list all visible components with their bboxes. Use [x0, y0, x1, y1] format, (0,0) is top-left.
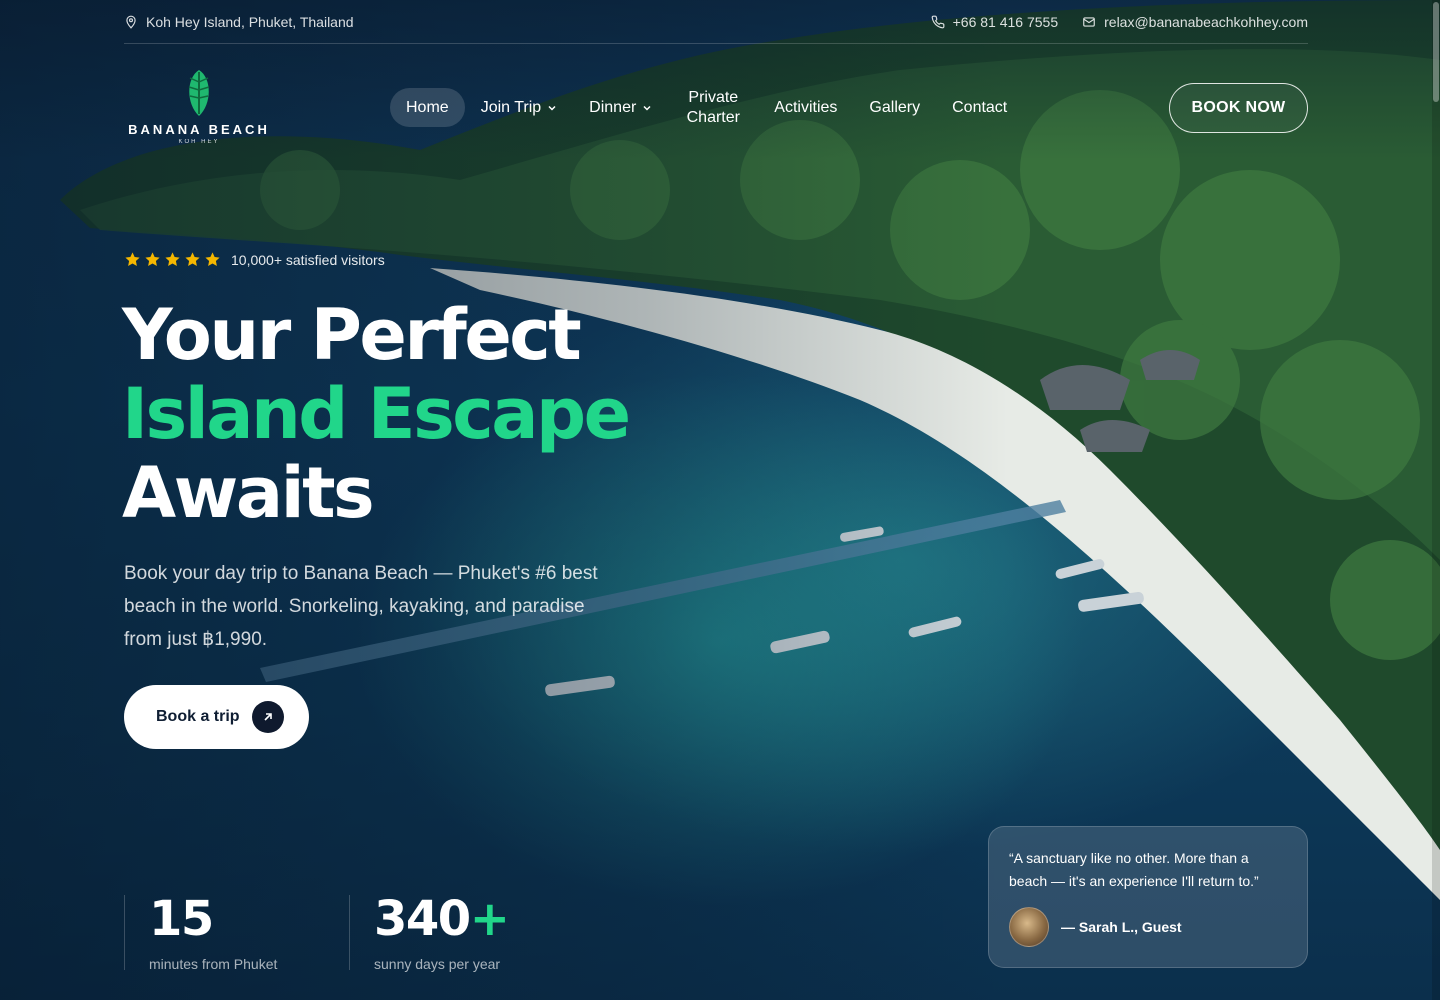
nav-home[interactable]: Home	[390, 88, 465, 128]
email-link[interactable]: relax@bananabeachkohhey.com	[1082, 14, 1308, 30]
headline-line-2: Island Escape	[122, 373, 631, 455]
star-icon	[204, 251, 221, 268]
logo-name: BANANA BEACH	[128, 122, 270, 137]
phone-text: +66 81 416 7555	[952, 13, 1059, 30]
book-now-button[interactable]: BOOK NOW	[1169, 83, 1308, 133]
book-a-trip-button[interactable]: Book a trip	[124, 685, 309, 749]
star-icon	[184, 251, 201, 268]
avatar	[1009, 907, 1049, 947]
nav-gallery[interactable]: Gallery	[853, 88, 936, 127]
headline-line-1: Your Perfect	[122, 294, 582, 376]
visitor-rating: 10,000+ satisfied visitors	[124, 251, 385, 268]
star-icon	[164, 251, 181, 268]
stat-value: 340+	[374, 891, 510, 947]
testimonial-author: — Sarah L., Guest	[1061, 919, 1182, 935]
testimonial-card: “A sanctuary like no other. More than a …	[988, 826, 1308, 968]
star-rating	[124, 251, 221, 268]
hero-description: Book your day trip to Banana Beach — Phu…	[124, 563, 598, 650]
location-info: Koh Hey Island, Phuket, Thailand	[124, 14, 354, 30]
site-logo[interactable]: BANANA BEACH KOH HEY	[128, 68, 270, 145]
scrollbar-thumb[interactable]	[1433, 2, 1439, 102]
testimonial-quote: “A sanctuary like no other. More than a …	[1009, 850, 1259, 889]
map-pin-icon	[124, 15, 138, 29]
phone-link[interactable]: +66 81 416 7555	[931, 13, 1059, 30]
page-scrollbar[interactable]	[1432, 0, 1440, 1000]
arrow-up-right-icon	[251, 701, 284, 733]
headline-line-3: Awaits	[122, 452, 375, 534]
location-text: Koh Hey Island, Phuket, Thailand	[146, 13, 354, 30]
stat-minutes: 15 minutes from Phuket	[124, 891, 278, 972]
nav-dinner[interactable]: Dinner	[573, 88, 668, 127]
nav-contact[interactable]: Contact	[936, 88, 1023, 127]
star-icon	[124, 251, 141, 268]
stat-label: minutes from Phuket	[149, 956, 278, 972]
top-info-bar: Koh Hey Island, Phuket, Thailand +66 81 …	[124, 0, 1308, 44]
stat-value: 15	[149, 891, 214, 947]
hero-headline: Your Perfect Island Escape Awaits	[122, 294, 631, 534]
chevron-down-icon	[642, 103, 652, 113]
mail-icon	[1082, 15, 1096, 29]
book-a-trip-label: Book a trip	[156, 708, 240, 725]
stat-sunny-days: 340+ sunny days per year	[349, 891, 510, 972]
chevron-down-icon	[547, 103, 557, 113]
star-icon	[144, 251, 161, 268]
logo-subtitle: KOH HEY	[178, 139, 220, 145]
stat-label: sunny days per year	[374, 956, 501, 972]
phone-icon	[931, 15, 945, 29]
rating-text: 10,000+ satisfied visitors	[231, 251, 385, 268]
nav-join-trip[interactable]: Join Trip	[465, 88, 573, 127]
nav-private-charter[interactable]: Private Charter	[668, 88, 758, 126]
banana-leaf-logo-icon	[188, 70, 210, 116]
main-navigation: Home Join Trip Dinner Private Charter Ac…	[390, 88, 1023, 128]
email-text: relax@bananabeachkohhey.com	[1104, 13, 1308, 30]
nav-activities[interactable]: Activities	[758, 88, 853, 127]
testimonial-author-row: — Sarah L., Guest	[1009, 907, 1287, 947]
